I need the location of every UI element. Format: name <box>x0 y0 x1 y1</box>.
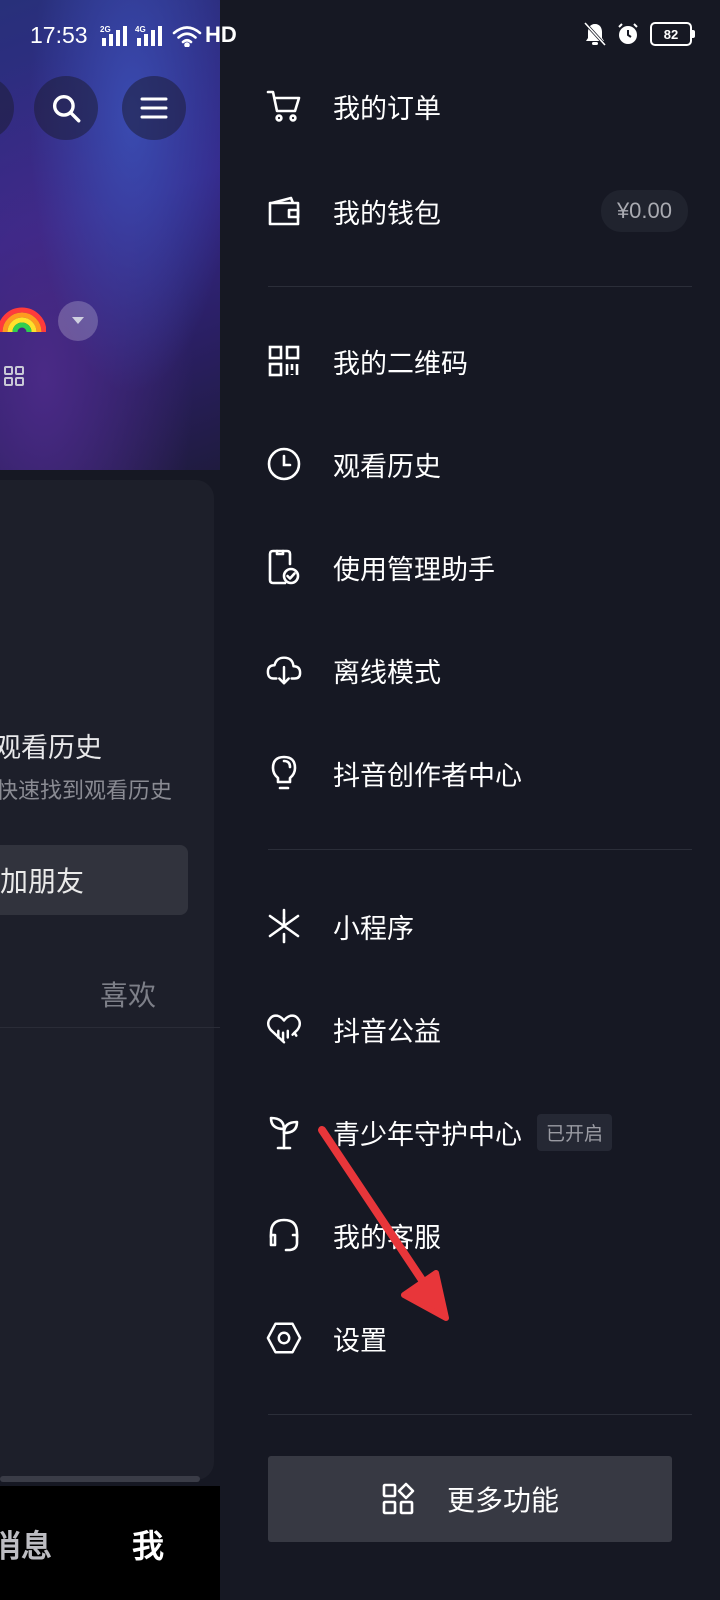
apps-grid-icon <box>382 1482 415 1515</box>
hamburger-icon <box>140 97 168 119</box>
network-4g-label: 4G <box>135 25 146 34</box>
menu-item-youth-protection[interactable]: 青少年守护中心 已开启 <box>220 1082 720 1182</box>
battery-indicator: 82 <box>650 22 695 46</box>
wallet-icon <box>266 193 302 229</box>
rainbow-emoji-icon <box>0 307 46 332</box>
menu-item-customer-service[interactable]: 我的客服 <box>220 1185 720 1285</box>
menu-label-watch-history: 观看历史 <box>333 451 441 483</box>
background-profile-page: 观看历史 快速找到观看历史 加朋友 喜欢 消息 我 <box>0 0 220 1600</box>
qr-code-small-icon[interactable] <box>4 366 24 386</box>
status-right-group: 82 <box>584 22 695 46</box>
phone-check-icon <box>266 549 302 585</box>
signal-4g-icon: 4G <box>135 25 162 46</box>
search-icon <box>52 94 81 123</box>
section-divider-1 <box>268 286 692 287</box>
cloud-download-icon <box>266 652 302 688</box>
sprout-icon <box>266 1114 302 1150</box>
side-drawer: 我的订单 我的钱包 ¥0.00 我的二维码 观看历史 使用管理助手 离线模式 抖… <box>220 0 720 1600</box>
heart-icon <box>266 1011 302 1047</box>
caret-down-icon <box>72 317 84 324</box>
youth-protection-status-tag: 已开启 <box>537 1113 613 1151</box>
lightbulb-icon <box>266 755 302 791</box>
section-divider-2 <box>268 849 692 850</box>
menu-label-settings: 设置 <box>333 1325 387 1357</box>
bottom-tab-messages[interactable]: 消息 <box>0 1521 52 1566</box>
wifi-icon <box>172 26 202 47</box>
menu-label-customer-service: 我的客服 <box>333 1222 441 1254</box>
section-divider-3 <box>268 1414 692 1415</box>
settings-hex-icon <box>266 1320 302 1356</box>
menu-label-mini-programs: 小程序 <box>333 913 414 945</box>
signal-2g-icon: 2G <box>100 25 127 46</box>
tab-likes[interactable]: 喜欢 <box>100 974 156 1014</box>
alarm-icon <box>618 23 638 44</box>
menu-item-creator-center[interactable]: 抖音创作者中心 <box>220 723 720 823</box>
more-features-label: 更多功能 <box>446 1484 559 1517</box>
menu-label-qr-code: 我的二维码 <box>333 348 468 380</box>
menu-label-usage-assistant: 使用管理助手 <box>333 554 495 586</box>
hd-indicator: HD <box>205 22 237 47</box>
asterisk-icon <box>266 908 302 944</box>
status-bar: 17:53 2G 4G HD 82 <box>0 0 720 72</box>
headset-icon <box>266 1217 302 1253</box>
menu-item-offline-mode[interactable]: 离线模式 <box>220 620 720 720</box>
menu-item-usage-assistant[interactable]: 使用管理助手 <box>220 517 720 617</box>
wallet-balance: ¥0.00 <box>600 190 688 232</box>
add-friends-button[interactable]: 加朋友 <box>0 845 188 915</box>
more-features-button[interactable]: 更多功能 <box>268 1456 672 1542</box>
menu-item-qr-code[interactable]: 我的二维码 <box>220 311 720 411</box>
menu-label-offline-mode: 离线模式 <box>333 657 441 689</box>
qr-code-icon <box>266 343 302 379</box>
menu-label-wallet: 我的钱包 <box>333 198 441 230</box>
bottom-tab-me[interactable]: 我 <box>132 1521 164 1567</box>
search-button[interactable] <box>34 76 98 140</box>
account-dropdown-button[interactable] <box>58 301 98 341</box>
menu-item-settings[interactable]: 设置 <box>220 1288 720 1388</box>
menu-label-orders: 我的订单 <box>333 93 441 125</box>
cart-icon <box>266 88 302 124</box>
clock-icon <box>266 446 302 482</box>
menu-label-youth-protection: 青少年守护中心 <box>333 1119 522 1151</box>
menu-item-charity[interactable]: 抖音公益 <box>220 979 720 1079</box>
add-friends-label: 加朋友 <box>0 865 85 898</box>
menu-button[interactable] <box>122 76 186 140</box>
history-subtitle: 快速找到观看历史 <box>0 779 173 804</box>
menu-item-wallet[interactable]: 我的钱包 ¥0.00 <box>220 161 720 261</box>
menu-label-charity: 抖音公益 <box>333 1016 441 1048</box>
menu-item-mini-programs[interactable]: 小程序 <box>220 876 720 976</box>
tab-divider <box>0 1027 220 1028</box>
network-2g-label: 2G <box>100 25 111 34</box>
status-time: 17:53 <box>30 22 88 48</box>
mute-bell-icon <box>584 22 606 46</box>
history-title: 观看历史 <box>0 733 102 764</box>
menu-label-creator-center: 抖音创作者中心 <box>333 760 522 792</box>
menu-item-watch-history[interactable]: 观看历史 <box>220 414 720 514</box>
scroll-indicator <box>0 1476 200 1482</box>
